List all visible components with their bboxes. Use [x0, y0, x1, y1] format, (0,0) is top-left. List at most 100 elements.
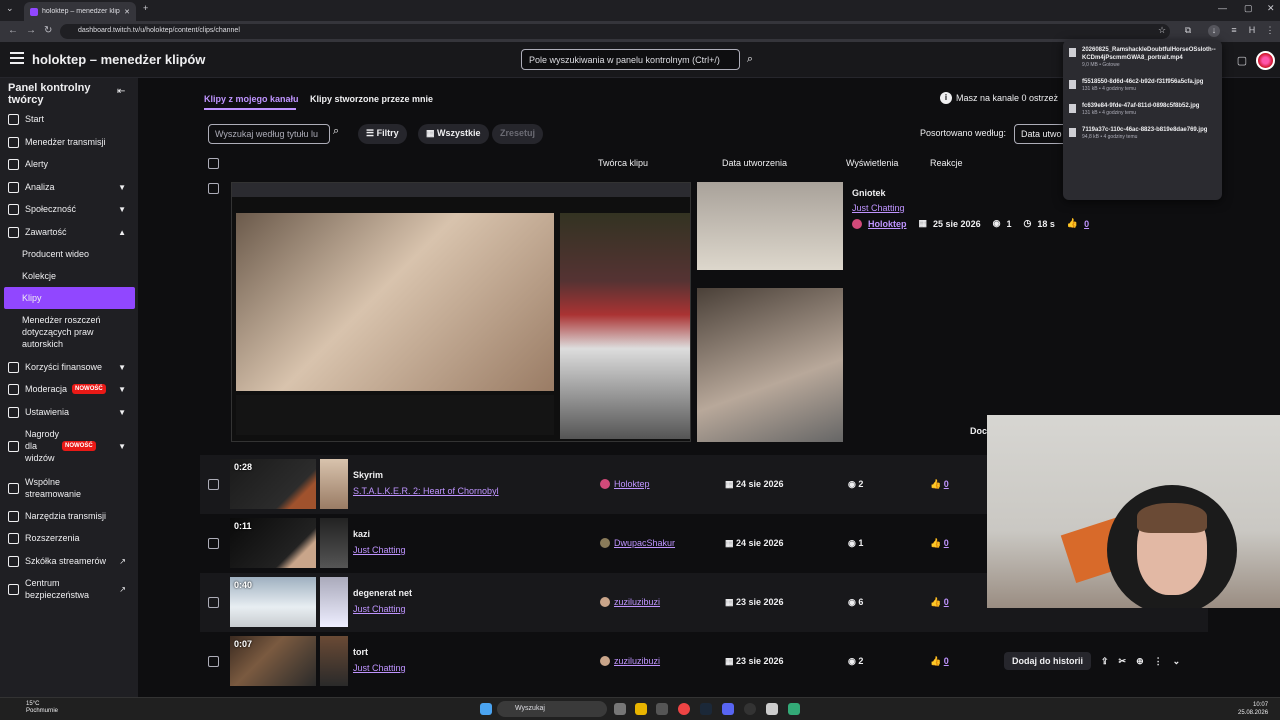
chrome-icon[interactable]: [678, 703, 690, 715]
forward-icon[interactable]: →: [26, 25, 36, 36]
clip-likes[interactable]: 👍 0: [930, 479, 949, 490]
sidebar-item-community[interactable]: Społeczność ▼: [0, 202, 138, 216]
clip-thumbnail[interactable]: 0:40: [230, 577, 316, 627]
sidebar-item-collections[interactable]: Kolekcje: [0, 269, 138, 283]
back-icon[interactable]: ←: [8, 25, 18, 36]
add-to-story-button[interactable]: Doc: [970, 426, 987, 436]
creator-link[interactable]: zuziluzibuzi: [614, 597, 660, 607]
close-window-icon[interactable]: ✕: [1267, 3, 1275, 14]
clip-likes[interactable]: 👍 0: [930, 597, 949, 608]
more-vertical-icon[interactable]: ⋮: [1154, 656, 1163, 667]
reset-button[interactable]: Zresetuj: [492, 124, 544, 144]
tab-clips-by-me[interactable]: Klipy stworzone przeze mnie: [310, 94, 433, 104]
all-button[interactable]: ▦ Wszystkie: [418, 124, 489, 144]
sidebar-item-stream-manager[interactable]: Menedżer transmisji: [0, 135, 138, 149]
clip-likes[interactable]: 👍 0: [930, 538, 949, 549]
col-date[interactable]: Data utworzenia: [722, 158, 787, 168]
row-checkbox[interactable]: [208, 538, 219, 549]
row-checkbox[interactable]: [208, 597, 219, 608]
tab-search-icon[interactable]: ⌄: [6, 3, 14, 14]
download-item[interactable]: fc639e84-9fde-47af-811d-0898c5f8b52.jpg 1…: [1069, 102, 1216, 117]
dashboard-search-input[interactable]: Pole wyszukiwania w panelu kontrolnym (C…: [521, 49, 740, 70]
table-row[interactable]: 0:07 tort Just Chatting zuziluzibuzi ▦ 2…: [200, 632, 1208, 691]
scissors-icon[interactable]: ✂: [1119, 656, 1127, 667]
file-explorer-icon[interactable]: [635, 703, 647, 715]
close-tab-icon[interactable]: ✕: [124, 8, 130, 16]
maximize-icon[interactable]: ▢: [1244, 3, 1253, 14]
app-icon[interactable]: [766, 703, 778, 715]
sidebar-item-moderation[interactable]: Moderacja NOWOŚĆ ▼: [0, 382, 138, 396]
profile-h-icon[interactable]: H: [1246, 25, 1258, 37]
creator-link[interactable]: zuziluzibuzi: [614, 656, 660, 666]
download-item[interactable]: 20260825_RamshackleDoubtfulHorseOSsloth-…: [1069, 46, 1216, 69]
clip-game-link[interactable]: Just Chatting: [353, 545, 406, 555]
sidebar-item-clips[interactable]: Klipy: [4, 287, 135, 309]
more-menu-icon[interactable]: ⋮: [1264, 25, 1276, 37]
clip-game-link[interactable]: S.T.A.L.K.E.R. 2: Heart of Chornobyl: [353, 486, 499, 496]
sidebar-item-settings[interactable]: Ustawienia ▼: [0, 405, 138, 419]
share-icon[interactable]: ⇪: [1101, 656, 1109, 667]
collapse-sidebar-icon[interactable]: ⇤: [117, 86, 125, 97]
sidebar-item-content[interactable]: Zawartość ▲: [0, 225, 138, 239]
select-all-checkbox[interactable]: [208, 158, 219, 169]
clip-thumbnail[interactable]: 0:28: [230, 459, 316, 509]
creator-link[interactable]: DwupacShakur: [614, 538, 675, 548]
start-button-icon[interactable]: [480, 703, 492, 715]
add-circle-icon[interactable]: ⊕: [1136, 656, 1144, 667]
download-item[interactable]: 7119a37c-110c-46ac-8823-b819e8dae769.jpg…: [1069, 126, 1216, 141]
clip-game-link[interactable]: Just Chatting: [852, 203, 905, 213]
sidebar-item-extensions[interactable]: Rozszerzenia: [0, 531, 138, 545]
sidebar-item-safety-center[interactable]: Centrum bezpieczeństwa ↗: [0, 577, 138, 601]
tab-my-channel-clips[interactable]: Klipy z mojego kanału: [204, 94, 299, 104]
sidebar-item-monetization[interactable]: Korzyści finansowe ▼: [0, 360, 138, 374]
row-checkbox[interactable]: [208, 656, 219, 667]
sidebar-item-viewer-rewards[interactable]: Nagrody dla widzów NOWOŚĆ ▼: [0, 428, 138, 464]
whisper-icon[interactable]: ▢: [1236, 54, 1248, 67]
reload-icon[interactable]: ↻: [44, 25, 52, 36]
sidebar-item-start[interactable]: Start: [0, 112, 138, 126]
sidebar-item-creator-camp[interactable]: Szkółka streamerów ↗: [0, 554, 138, 568]
col-views[interactable]: Wyświetlenia: [846, 158, 898, 168]
settings-app-icon[interactable]: [656, 703, 668, 715]
app2-icon[interactable]: [788, 703, 800, 715]
chevron-down-icon[interactable]: ⌄: [1173, 656, 1181, 667]
task-view-icon[interactable]: [614, 703, 626, 715]
user-avatar[interactable]: [1256, 51, 1275, 70]
obs-icon[interactable]: [744, 703, 756, 715]
minimize-icon[interactable]: —: [1218, 3, 1227, 13]
hamburger-menu-icon[interactable]: [10, 52, 24, 66]
browser-tab[interactable]: holoktep – menedżer klipów - ✕: [24, 2, 136, 21]
sidebar-item-video-producer[interactable]: Producent wideo: [0, 247, 138, 261]
taskbar-clock[interactable]: 10:07 25.08.2026: [1238, 701, 1268, 717]
weather-widget[interactable]: 15°C Pochmurnie: [26, 701, 58, 715]
download-icon[interactable]: ↓: [1208, 25, 1220, 37]
clip-game-link[interactable]: Just Chatting: [353, 663, 406, 673]
search-icon[interactable]: ⌕: [333, 125, 339, 138]
download-item[interactable]: f5518550-8d6d-46c2-b92d-f31f956a5cfa.jpg…: [1069, 78, 1216, 93]
url-field[interactable]: dashboard.twitch.tv/u/holoktep/content/c…: [60, 24, 1170, 39]
row-checkbox[interactable]: [208, 183, 219, 194]
clip-game-link[interactable]: Just Chatting: [353, 604, 406, 614]
clip-thumbnail[interactable]: 0:11: [230, 518, 316, 568]
clip-thumbnail[interactable]: 0:07: [230, 636, 316, 686]
sidebar-item-collab-streaming[interactable]: Wspólne streamowanie: [0, 476, 138, 500]
col-reactions[interactable]: Reakcje: [930, 158, 963, 168]
clip-search-input[interactable]: Wyszukaj według tytułu lu: [208, 124, 330, 144]
creator-link[interactable]: Holoktep: [868, 219, 907, 229]
col-creator[interactable]: Twórca klipu: [598, 158, 648, 168]
clip-preview-player[interactable]: [231, 182, 691, 442]
discord-icon[interactable]: [722, 703, 734, 715]
bookmark-star-icon[interactable]: ☆: [1156, 25, 1168, 37]
sidebar-item-stream-tools[interactable]: Narzędzia transmisji: [0, 509, 138, 523]
sidebar-item-copyright-claims[interactable]: Menedżer roszczeń dotyczących praw autor…: [0, 314, 110, 350]
add-to-story-button[interactable]: Dodaj do historii: [1004, 652, 1091, 670]
menu-lines-icon[interactable]: ≡: [1228, 25, 1240, 37]
clip-likes[interactable]: 0: [1084, 219, 1089, 229]
taskbar-search[interactable]: Wyszukaj: [497, 701, 607, 717]
creator-link[interactable]: Holoktep: [614, 479, 650, 489]
sidebar-item-alerts[interactable]: Alerty: [0, 157, 138, 171]
new-tab-icon[interactable]: +: [143, 3, 148, 13]
clip-likes[interactable]: 👍 0: [930, 656, 949, 667]
extensions-icon[interactable]: ⧉: [1182, 25, 1194, 37]
search-icon[interactable]: ⌕: [741, 49, 759, 70]
